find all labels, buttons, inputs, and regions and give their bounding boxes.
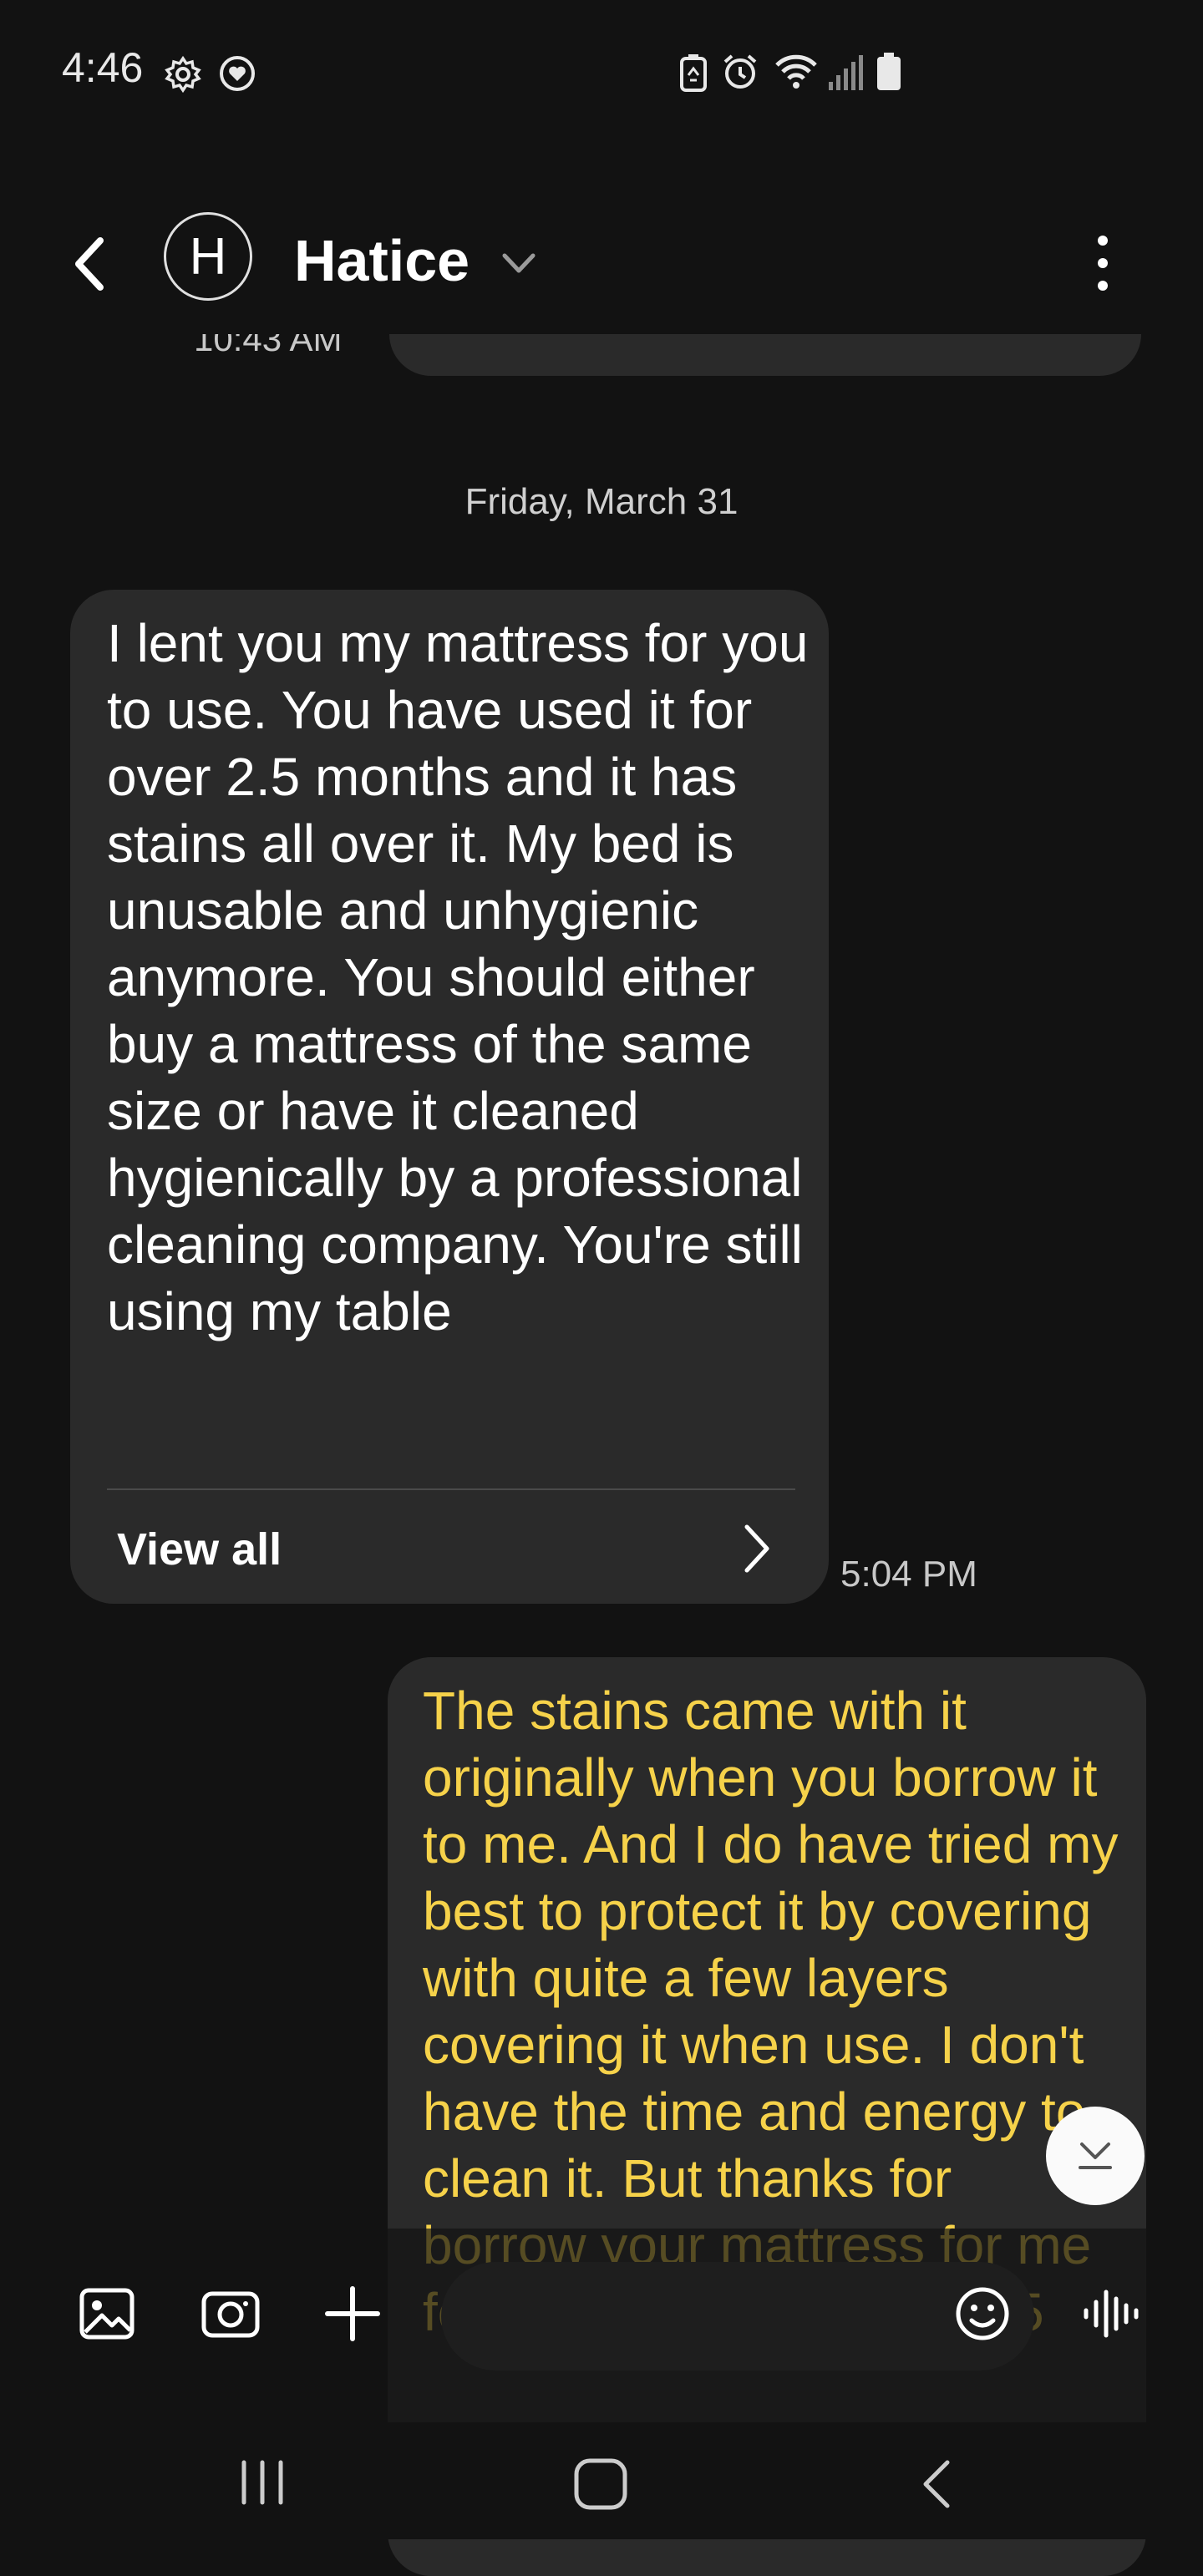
emoji-icon[interactable] — [949, 2280, 1016, 2347]
battery-icon — [877, 53, 901, 90]
camera-icon[interactable] — [197, 2280, 264, 2347]
view-all-button[interactable]: View all — [117, 1524, 282, 1575]
home-icon[interactable] — [571, 2457, 632, 2511]
incoming-message-bubble[interactable]: I lent you my mattress for you to use. Y… — [70, 590, 829, 1604]
date-separator: Friday, March 31 — [464, 481, 739, 522]
incoming-message-time: 5:04 PM — [840, 1554, 977, 1595]
status-time: 4:46 — [62, 44, 144, 91]
previous-message-bubble[interactable] — [389, 334, 1141, 376]
conversation-header: H Hatice — [0, 175, 1203, 342]
voice-icon[interactable] — [1078, 2280, 1145, 2347]
chevron-right-icon[interactable] — [739, 1519, 775, 1579]
previous-message-stub: 10:43 AM — [0, 334, 1203, 376]
chevron-down-icon[interactable] — [498, 247, 540, 281]
contact-name[interactable]: Hatice — [294, 227, 470, 294]
heart-shield-icon — [220, 56, 255, 91]
back-button[interactable] — [65, 231, 115, 297]
alarm-icon — [723, 54, 757, 89]
message-input[interactable] — [441, 2262, 1034, 2371]
message-composer — [0, 2255, 1203, 2372]
incoming-message-text: I lent you my mattress for you to use. Y… — [107, 613, 809, 1341]
plus-icon[interactable] — [319, 2280, 386, 2347]
system-nav-bar — [0, 2422, 1203, 2539]
wifi-icon — [775, 54, 817, 89]
bubble-divider — [107, 1488, 795, 1490]
recent-apps-icon[interactable] — [236, 2457, 289, 2508]
signal-icon — [829, 55, 863, 90]
gear-icon — [165, 55, 201, 94]
back-icon[interactable] — [916, 2457, 957, 2511]
battery-saver-icon — [680, 54, 707, 92]
avatar[interactable]: H — [164, 212, 252, 301]
more-options-button[interactable] — [1086, 226, 1119, 301]
gallery-icon[interactable] — [74, 2280, 140, 2347]
scroll-to-bottom-button[interactable] — [1046, 2107, 1145, 2205]
previous-message-time: 10:43 AM — [194, 334, 343, 358]
scroll-down-icon — [1079, 2142, 1112, 2169]
status-bar: 4:46 — [0, 0, 1203, 142]
